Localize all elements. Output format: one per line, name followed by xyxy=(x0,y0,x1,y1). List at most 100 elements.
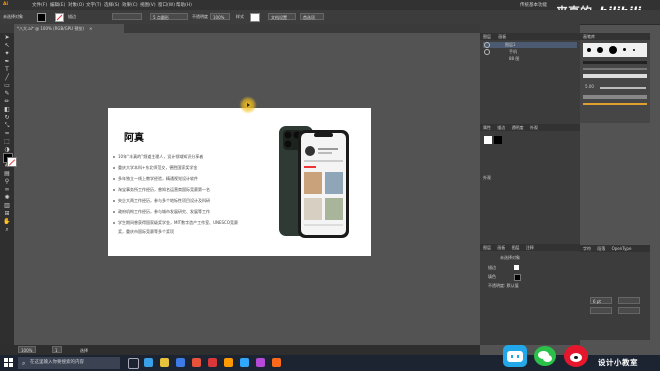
menu-view[interactable]: 视图(V) xyxy=(140,2,156,8)
zoom-tool-icon[interactable]: ⌕ xyxy=(3,227,11,233)
pen-tool-icon[interactable]: ✒ xyxy=(3,59,11,65)
magic-wand-tool-icon[interactable]: ✦ xyxy=(3,51,11,57)
stroke-swatch[interactable] xyxy=(55,13,64,22)
stroke-weight-input[interactable] xyxy=(112,13,142,20)
tab-artboards[interactable]: 画板 xyxy=(498,34,506,39)
brush-stroke-sample[interactable] xyxy=(583,103,647,105)
tab-transparency[interactable]: 透明度 xyxy=(512,125,524,130)
task-view-icon[interactable] xyxy=(128,358,139,369)
layer-row[interactable]: 图层1 xyxy=(483,42,577,48)
brush-dropdown[interactable]: 5 点圆形 xyxy=(150,13,188,20)
app-icon[interactable] xyxy=(208,358,217,367)
menu-select[interactable]: 选择(S) xyxy=(104,2,119,8)
hand-tool-icon[interactable]: ✋ xyxy=(3,219,11,225)
font-size-input[interactable]: 6 pt xyxy=(590,297,612,304)
direct-selection-tool-icon[interactable]: ↖ xyxy=(3,43,11,49)
style-swatch[interactable] xyxy=(250,13,260,22)
fill-swatch[interactable] xyxy=(37,13,46,22)
appearance-row[interactable]: 描边 xyxy=(488,265,496,271)
blend-tool-icon[interactable]: ∞ xyxy=(3,187,11,193)
tab-paragraph[interactable]: 段落 xyxy=(597,246,605,251)
column-graph-tool-icon[interactable]: ▥ xyxy=(3,203,11,209)
app-icon[interactable] xyxy=(256,358,265,367)
document-setup-button[interactable]: 文档设置 xyxy=(268,13,296,20)
taskbar-search-box[interactable]: 在这里输入你要搜索的内容 xyxy=(18,357,120,369)
app-icon[interactable] xyxy=(192,358,201,367)
brush-stroke-sample[interactable] xyxy=(583,95,647,99)
brush-stroke-sample[interactable] xyxy=(583,68,647,70)
cursor-highlight xyxy=(239,96,257,114)
kerning-input[interactable] xyxy=(590,307,612,314)
eraser-tool-icon[interactable]: ◧ xyxy=(3,107,11,113)
tab-character[interactable]: 字符 xyxy=(583,246,591,251)
tab-opentype[interactable]: OpenType xyxy=(612,246,632,251)
tab-stroke[interactable]: 描边 xyxy=(497,125,505,130)
visibility-eye-icon[interactable] xyxy=(484,42,490,48)
illustrator-icon[interactable] xyxy=(224,358,233,367)
menu-window[interactable]: 窗口(W) xyxy=(158,2,175,8)
pencil-tool-icon[interactable]: ✏ xyxy=(3,99,11,105)
bullet-item: 10年“丰真的”频道主理人，设计领域知识分享者 xyxy=(113,154,203,160)
rectangle-tool-icon[interactable]: ▭ xyxy=(3,83,11,89)
gradient-tool-icon[interactable]: ▤ xyxy=(3,171,11,177)
type-tool-icon[interactable]: T xyxy=(3,67,11,73)
app-icon[interactable] xyxy=(272,358,281,367)
workspace-label[interactable]: 传统基本功能 xyxy=(520,2,547,8)
fill-swatch-small[interactable] xyxy=(514,274,521,281)
menu-help[interactable]: 帮助(H) xyxy=(176,2,192,8)
appearance-row: 未选择对象 xyxy=(500,255,520,260)
menu-file[interactable]: 文件(F) xyxy=(32,2,47,8)
tab-close-icon[interactable]: × xyxy=(89,26,92,31)
menu-object[interactable]: 对象(O) xyxy=(68,2,84,8)
search-icon: ⌕ xyxy=(22,360,26,367)
paintbrush-tool-icon[interactable]: ✎ xyxy=(3,91,11,97)
camera-lens xyxy=(284,131,292,139)
tracking-input[interactable] xyxy=(618,307,640,314)
selection-tool-icon[interactable]: ➤ xyxy=(3,35,11,41)
app-icon[interactable] xyxy=(176,358,185,367)
menu-edit[interactable]: 编辑(E) xyxy=(50,2,65,8)
brush-stroke-sample[interactable] xyxy=(583,61,647,64)
opacity-input[interactable]: 100% xyxy=(210,13,230,20)
stroke-color-swatch[interactable] xyxy=(7,157,17,167)
brush-size-slider[interactable] xyxy=(600,87,646,89)
file-explorer-icon[interactable] xyxy=(160,358,169,367)
eyedropper-tool-icon[interactable]: ⚲ xyxy=(3,179,11,185)
appearance-row[interactable]: 填色 xyxy=(488,274,496,280)
color-swatch[interactable] xyxy=(494,136,502,144)
bullet-item: 多年独立一线上教学经验，精通视觉设计软件 xyxy=(113,176,198,182)
free-transform-tool-icon[interactable]: ⬚ xyxy=(3,139,11,145)
browser-icon[interactable] xyxy=(144,358,153,367)
visibility-eye-icon[interactable] xyxy=(484,49,490,55)
brush-stroke-sample[interactable] xyxy=(583,74,647,78)
control-bar: 未选择对象 描边 5 点圆形 不透明度 100% 样式 文档设置 首选项 xyxy=(0,10,660,25)
page-input[interactable]: 1 xyxy=(52,346,62,353)
layer-row[interactable]: 手机 xyxy=(483,49,577,55)
artboard-tool-icon[interactable]: ⊞ xyxy=(3,211,11,217)
symbol-sprayer-tool-icon[interactable]: ✺ xyxy=(3,195,11,201)
menu-effect[interactable]: 效果(C) xyxy=(122,2,138,8)
brush-presets-row[interactable] xyxy=(583,43,647,57)
scale-tool-icon[interactable]: ⤡ xyxy=(3,123,11,129)
selection-status: 未选择对象 xyxy=(3,14,23,19)
leading-input[interactable] xyxy=(618,297,640,304)
width-tool-icon[interactable]: ≈ xyxy=(3,131,11,137)
menu-type[interactable]: 文字(T) xyxy=(86,2,101,8)
zoom-input[interactable]: 100% xyxy=(18,346,36,353)
rotate-tool-icon[interactable]: ↻ xyxy=(3,115,11,121)
tab-artboards-b[interactable]: 画板 xyxy=(497,245,505,250)
tab-layers-c[interactable]: 图层 xyxy=(512,245,520,250)
tab-notes[interactable]: 注释 xyxy=(526,245,534,250)
windows-start-icon[interactable] xyxy=(4,358,14,368)
photoshop-icon[interactable] xyxy=(240,358,249,367)
tab-appearance[interactable]: 外观 xyxy=(530,125,538,130)
color-swatch[interactable] xyxy=(484,136,492,144)
stroke-swatch-small[interactable] xyxy=(514,265,519,270)
tab-layers-b[interactable]: 图层 xyxy=(483,245,491,250)
line-tool-icon[interactable]: ╱ xyxy=(3,75,11,81)
layer-row[interactable]: 88 图 xyxy=(483,56,577,62)
tab-layers[interactable]: 图层 xyxy=(483,34,491,39)
tab-properties[interactable]: 属性 xyxy=(483,125,491,130)
document-tab[interactable]: *八大.ai* @ 100% (RGB/GPU 预览) × xyxy=(14,24,124,33)
preferences-button[interactable]: 首选项 xyxy=(300,13,324,20)
